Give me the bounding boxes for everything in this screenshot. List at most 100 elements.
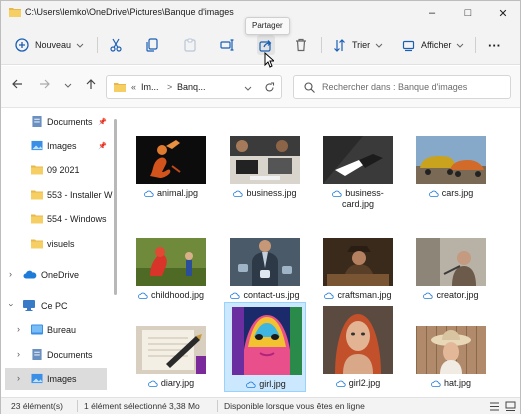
- details-view-icon[interactable]: [489, 401, 500, 412]
- selection-info: 1 élément sélectionné 3,38 Mo: [84, 401, 200, 411]
- pin-icon: 📌: [98, 143, 107, 150]
- cloud-icon: [335, 380, 346, 387]
- forward-arrow-icon[interactable]: [39, 78, 51, 90]
- file-tile-girl[interactable]: girl.jpg: [224, 302, 306, 392]
- file-name: girl.jpg: [259, 379, 286, 389]
- content-scrollbar[interactable]: [512, 111, 516, 391]
- more-options-button[interactable]: ···: [488, 33, 501, 57]
- file-name: cars.jpg: [441, 188, 474, 198]
- search-icon: [304, 82, 315, 93]
- file-tile-girl2[interactable]: girl2.jpg: [317, 302, 399, 394]
- search-box[interactable]: Rechercher dans : Banque d'images: [293, 75, 511, 99]
- sidebar-item-label: Documents: [47, 350, 93, 360]
- images-icon: [31, 140, 43, 151]
- thumbnail-hat: [416, 326, 486, 374]
- documents-icon: [32, 116, 42, 127]
- close-icon: ✕: [498, 7, 508, 20]
- sidebar-item-label: Images: [47, 374, 77, 384]
- documents-icon: [32, 349, 42, 360]
- breadcrumb-banque-images[interactable]: Banq...: [177, 82, 206, 92]
- folder-icon: [31, 214, 43, 224]
- paste-button[interactable]: [183, 33, 197, 57]
- chevron-right-icon[interactable]: ›: [17, 349, 20, 359]
- sidebar-item-09-2021[interactable]: 09 2021: [1, 159, 113, 181]
- sidebar-scrollbar[interactable]: [114, 119, 117, 295]
- cloud-icon: [428, 190, 439, 197]
- chevron-right-icon[interactable]: ›: [17, 324, 20, 334]
- new-button[interactable]: Nouveau: [15, 33, 84, 57]
- folder-icon: [31, 190, 43, 200]
- address-overflow[interactable]: «: [131, 82, 136, 92]
- sidebar-item-label: 553 - Installer W: [47, 190, 113, 200]
- sidebar-item-visuels[interactable]: visuels: [1, 233, 113, 255]
- chevron-right-icon[interactable]: ›: [9, 269, 12, 279]
- file-tile-diary[interactable]: diary.jpg: [130, 302, 212, 394]
- sidebar-item-label: Ce PC: [41, 301, 68, 311]
- address-bar[interactable]: « Im... > Banq...: [106, 75, 282, 99]
- file-name: business-card.jpg: [341, 188, 384, 209]
- file-tile-business-card[interactable]: business-card.jpg: [317, 131, 399, 223]
- sidebar-item-images-quick[interactable]: Images 📌: [1, 135, 113, 157]
- minimize-icon: –: [428, 7, 436, 19]
- navigation-bar: « Im... > Banq... Rechercher dans : Banq…: [1, 66, 520, 108]
- file-tile-animal[interactable]: animal.jpg: [130, 131, 212, 223]
- pin-icon: 📌: [98, 119, 107, 126]
- recent-locations-chevron-icon[interactable]: [64, 81, 72, 89]
- more-icon: ···: [488, 37, 501, 53]
- availability-status: Disponible lorsque vous êtes en ligne: [224, 401, 365, 411]
- chevron-right-icon[interactable]: ›: [17, 373, 20, 383]
- chevron-down-icon: [375, 43, 383, 48]
- chevron-down-icon[interactable]: [244, 84, 252, 92]
- status-separator: [217, 400, 218, 412]
- delete-button[interactable]: [294, 33, 308, 57]
- up-arrow-icon[interactable]: [85, 78, 97, 90]
- thumbnail-animal: [136, 136, 206, 184]
- sort-button[interactable]: Trier: [333, 33, 383, 57]
- item-count: 23 élément(s): [11, 401, 63, 411]
- file-name: business.jpg: [246, 188, 297, 198]
- cloud-icon: [230, 292, 241, 299]
- rename-button[interactable]: [220, 33, 234, 57]
- sidebar-item-label: OneDrive: [41, 270, 80, 280]
- copy-button[interactable]: [145, 33, 159, 57]
- sidebar-item-documents-quick[interactable]: Documents 📌: [1, 111, 113, 133]
- cloud-icon: [246, 381, 256, 388]
- minimize-button[interactable]: –: [415, 1, 449, 25]
- desktop-icon: [31, 324, 43, 335]
- folder-icon: [31, 165, 43, 175]
- breadcrumb-images[interactable]: Im...: [141, 82, 159, 92]
- sidebar-item-ce-pc[interactable]: › Ce PC: [1, 295, 113, 317]
- cloud-icon: [147, 380, 158, 387]
- sidebar-item-553-installer[interactable]: 553 - Installer W: [1, 184, 113, 206]
- file-tile-cars[interactable]: cars.jpg: [410, 131, 492, 223]
- onedrive-icon: [23, 270, 37, 279]
- sidebar-item-554-windows[interactable]: 554 - Windows: [1, 208, 113, 230]
- sidebar-item-label: Documents: [47, 117, 93, 127]
- delete-icon: [296, 38, 306, 52]
- sidebar-item-documents-pc[interactable]: › Documents: [1, 344, 113, 366]
- toolbar-separator: [321, 37, 322, 53]
- sidebar-item-bureau[interactable]: › Bureau: [1, 319, 113, 341]
- sort-label: Trier: [352, 40, 371, 50]
- file-tile-business[interactable]: business.jpg: [224, 131, 306, 223]
- large-icons-view-icon[interactable]: [505, 401, 516, 412]
- back-arrow-icon[interactable]: [11, 78, 23, 90]
- pc-icon: [23, 300, 35, 311]
- cut-button[interactable]: [109, 33, 123, 57]
- cloud-icon: [423, 292, 434, 299]
- chevron-down-icon: [457, 43, 464, 48]
- sidebar-item-onedrive[interactable]: › OneDrive: [1, 264, 113, 286]
- cut-icon: [110, 38, 122, 52]
- chevron-down-icon[interactable]: ›: [7, 304, 17, 307]
- chevron-down-icon: [76, 43, 84, 48]
- maximize-button[interactable]: □: [451, 1, 485, 25]
- view-button[interactable]: Afficher: [402, 33, 464, 57]
- thumbnail-creator: [416, 238, 486, 286]
- thumbnail-childhood: [136, 238, 206, 286]
- sidebar-item-label: Bureau: [47, 325, 77, 335]
- file-tile-hat[interactable]: hat.jpg: [410, 302, 492, 394]
- view-label: Afficher: [421, 40, 452, 50]
- sidebar-item-images-pc[interactable]: › Images: [5, 368, 107, 390]
- close-button[interactable]: ✕: [486, 1, 520, 25]
- refresh-icon[interactable]: [264, 82, 275, 93]
